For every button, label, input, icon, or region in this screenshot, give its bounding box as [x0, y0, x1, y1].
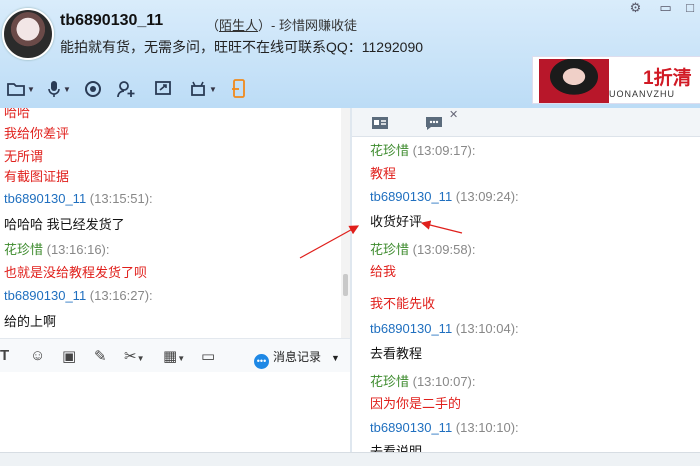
- sender-name[interactable]: 花珍惜: [370, 143, 409, 158]
- chat-bubble-icon: •••: [254, 354, 269, 369]
- message-header: tb6890130_11 (13:09:24):: [370, 189, 519, 204]
- avatar[interactable]: [2, 8, 54, 60]
- left-chat-history: 哈哈我给你差评无所谓有截图证据 tb6890130_11 (13:15:51): 哈…: [0, 108, 350, 338]
- editor-toolbar: T ☺ ▣ ✎ ✂▼ ▦▼ ▭ ••• 消息记录 ▼: [0, 338, 350, 374]
- message-header: tb6890130_11 (13:15:51):: [4, 191, 153, 206]
- contact-status: 能拍就有货，无需多问，旺旺不在线可联系QQ：11292090: [60, 39, 424, 55]
- message-header: 花珍惜 (13:09:58):: [370, 239, 476, 258]
- message-text: 给我: [370, 264, 397, 279]
- message-text: 去看教程: [370, 346, 423, 361]
- sender-name[interactable]: tb6890130_11: [370, 189, 452, 204]
- camera-icon[interactable]: [80, 78, 106, 100]
- screen-share-icon[interactable]: [150, 78, 176, 100]
- minimize-icon[interactable]: ▭: [659, 0, 671, 15]
- emoji-icon[interactable]: ☺: [30, 347, 45, 364]
- table-icon[interactable]: ▦▼: [163, 347, 185, 365]
- sender-name[interactable]: 花珍惜: [4, 242, 43, 257]
- message-text: 哈哈哈 我已经发货了: [4, 217, 125, 232]
- history-label: 消息记录: [273, 350, 322, 364]
- message-time: (13:10:10):: [452, 420, 519, 435]
- sender-name[interactable]: 花珍惜: [370, 374, 409, 389]
- image-icon[interactable]: ▣: [62, 347, 76, 365]
- message-header: 花珍惜 (13:10:07):: [370, 371, 476, 390]
- sender-name[interactable]: tb6890130_11: [370, 321, 452, 336]
- add-contact-icon[interactable]: [114, 78, 140, 100]
- message-header: tb6890130_11 (13:16:27):: [4, 288, 153, 303]
- message-input[interactable]: [0, 372, 350, 452]
- message-time: (13:09:24):: [452, 189, 519, 204]
- message-time: (13:15:51):: [86, 191, 153, 206]
- mobile-icon[interactable]: [226, 78, 252, 100]
- window-controls: ⚙ ▭ □: [630, 0, 694, 16]
- ad-model-image: [539, 59, 609, 103]
- relation-group: ）- 珍惜网赚收徒: [258, 18, 357, 33]
- message-time: (13:10:04):: [452, 321, 519, 336]
- message-time: (13:10:07):: [409, 374, 476, 389]
- chat-header: tb6890130_11 （陌生人）- 珍惜网赚收徒 能拍就有货，无需多问，旺旺…: [0, 0, 700, 108]
- sender-name[interactable]: tb6890130_11: [4, 191, 86, 206]
- scissors-icon[interactable]: ✂▼: [124, 347, 145, 365]
- ad-brand: 1折清: [643, 68, 692, 89]
- message-header: 花珍惜 (13:16:16):: [4, 239, 110, 258]
- relation-link[interactable]: 陌生人: [219, 18, 258, 33]
- close-icon[interactable]: ✕: [449, 108, 458, 121]
- sender-name[interactable]: 花珍惜: [370, 242, 409, 257]
- message-text: 收货好评: [370, 214, 423, 229]
- ad-banner[interactable]: 1折清 UONANVZHU: [532, 56, 700, 104]
- maximize-icon[interactable]: □: [686, 0, 694, 15]
- contact-nickname: tb6890130_11: [60, 12, 164, 29]
- message-header: tb6890130_11 (13:10:04):: [370, 321, 519, 336]
- message-text: 有截图证据: [4, 169, 70, 184]
- left-scrollbar[interactable]: [341, 108, 350, 338]
- message-text: 因为你是二手的: [370, 396, 462, 411]
- message-text: 无所谓: [4, 149, 44, 164]
- status-bar: [0, 452, 700, 466]
- message-text: 哈哈: [4, 108, 31, 120]
- contact-relation: （陌生人）- 珍惜网赚收徒: [206, 15, 357, 34]
- message-text: 也就是没给教程发货了呗: [4, 265, 148, 280]
- robot-icon[interactable]: ▼: [186, 78, 220, 100]
- message-text: 教程: [370, 166, 397, 181]
- right-tabs: ✕: [352, 108, 700, 137]
- message-time: (13:09:17):: [409, 143, 476, 158]
- right-chat-history: 花珍惜 (13:09:17): 教程 tb6890130_11 (13:09:24)…: [356, 136, 700, 452]
- message-header: 花珍惜 (13:09:17):: [370, 140, 476, 159]
- message-header: tb6890130_11 (13:10:10):: [370, 420, 519, 435]
- message-text: 我给你差评: [4, 126, 70, 141]
- relation-open: （: [206, 18, 220, 33]
- sender-name[interactable]: tb6890130_11: [4, 288, 86, 303]
- scroll-thumb[interactable]: [343, 274, 348, 296]
- screen-icon[interactable]: ▭: [201, 347, 215, 365]
- history-button[interactable]: ••• 消息记录 ▼: [254, 348, 340, 369]
- sender-name[interactable]: tb6890130_11: [370, 420, 452, 435]
- message-text: 给的上啊: [4, 314, 57, 329]
- message-time: (13:16:27):: [86, 288, 153, 303]
- font-icon[interactable]: T: [0, 347, 9, 364]
- settings-icon[interactable]: ⚙: [630, 0, 642, 15]
- message-time: (13:16:16):: [43, 242, 110, 257]
- edit-icon[interactable]: ✎: [94, 347, 107, 365]
- ad-sub: UONANVZHU: [609, 89, 676, 99]
- chat-tab-icon[interactable]: [420, 112, 448, 134]
- profile-card-icon[interactable]: [366, 112, 394, 134]
- message-text: 去看说明: [370, 444, 423, 452]
- microphone-icon[interactable]: ▼: [44, 78, 74, 100]
- pane-divider[interactable]: [350, 108, 352, 465]
- message-text: 我不能先收: [370, 296, 436, 311]
- folder-icon[interactable]: ▼: [4, 78, 38, 100]
- message-time: (13:09:58):: [409, 242, 476, 257]
